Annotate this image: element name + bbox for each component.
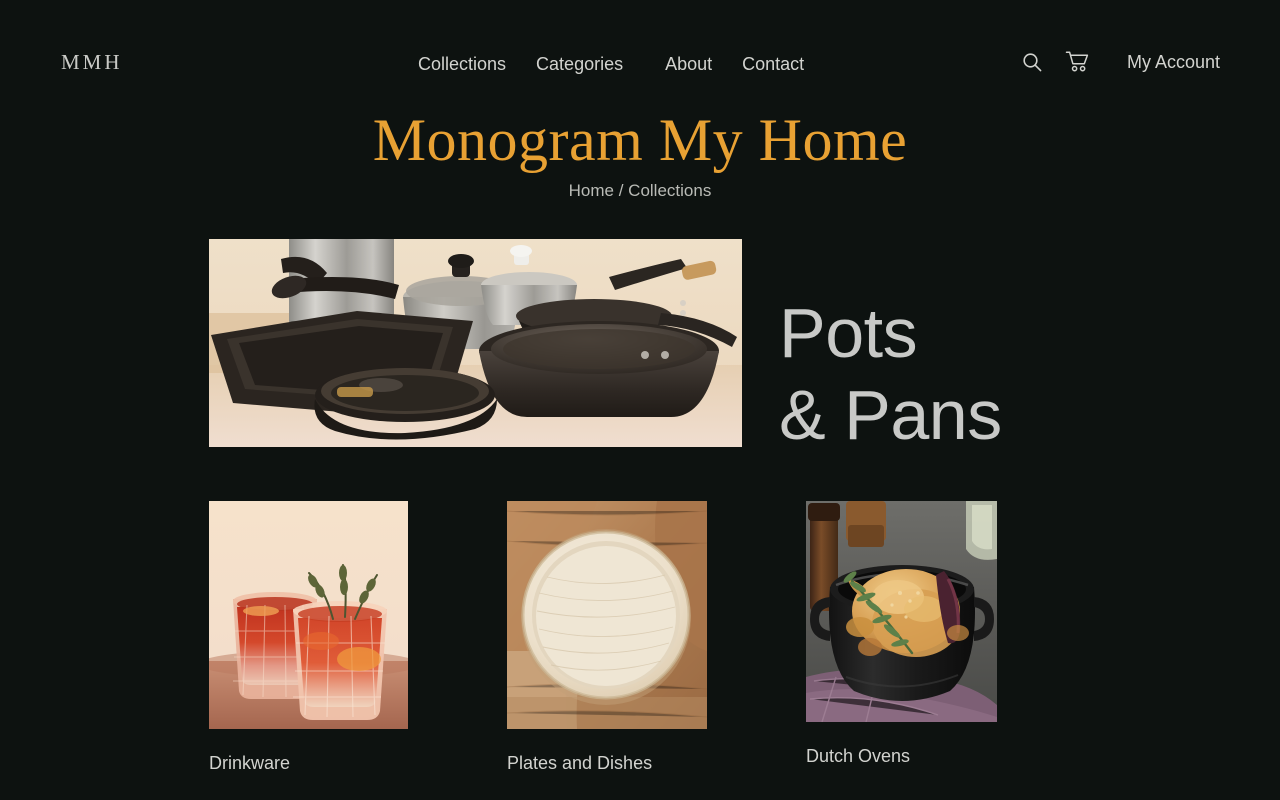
my-account-link[interactable]: My Account bbox=[1127, 50, 1220, 74]
nav-item-collections[interactable]: Collections bbox=[418, 52, 506, 76]
hero-title: Pots & Pans bbox=[779, 292, 1002, 456]
nav-item-contact[interactable]: Contact bbox=[742, 52, 804, 76]
hero-title-line-2: & Pans bbox=[779, 376, 1002, 454]
site-logo[interactable]: MMH bbox=[61, 49, 123, 75]
shopping-cart-icon[interactable] bbox=[1065, 50, 1091, 74]
nav-item-categories[interactable]: Categories bbox=[536, 52, 623, 76]
collection-image-dutch-ovens[interactable] bbox=[806, 501, 997, 722]
hero-image[interactable] bbox=[209, 239, 742, 447]
site-header: MMH Collections Categories About Contact bbox=[0, 0, 1280, 100]
page-title: Monogram My Home bbox=[372, 107, 908, 173]
collection-card-plates-and-dishes[interactable]: Plates and Dishes bbox=[507, 501, 707, 775]
collection-image-drinkware[interactable] bbox=[209, 501, 408, 729]
header-actions: My Account bbox=[1021, 50, 1220, 74]
collection-card-dutch-ovens[interactable]: Dutch Ovens bbox=[806, 501, 997, 768]
main-navigation: Collections Categories About Contact bbox=[418, 52, 804, 76]
breadcrumb[interactable]: Home / Collections bbox=[0, 180, 1280, 202]
hero-title-line-1: Pots bbox=[779, 294, 918, 372]
collections-page: MMH Collections Categories About Contact bbox=[0, 0, 1280, 800]
collection-card-drinkware[interactable]: Drinkware bbox=[209, 501, 408, 775]
collection-label-plates-and-dishes: Plates and Dishes bbox=[507, 753, 653, 773]
nav-item-about[interactable]: About bbox=[665, 52, 712, 76]
search-icon[interactable] bbox=[1021, 51, 1043, 73]
collection-label-drinkware: Drinkware bbox=[209, 753, 291, 773]
collection-label-dutch-ovens: Dutch Ovens bbox=[806, 746, 911, 766]
collection-image-plates-and-dishes[interactable] bbox=[507, 501, 707, 729]
